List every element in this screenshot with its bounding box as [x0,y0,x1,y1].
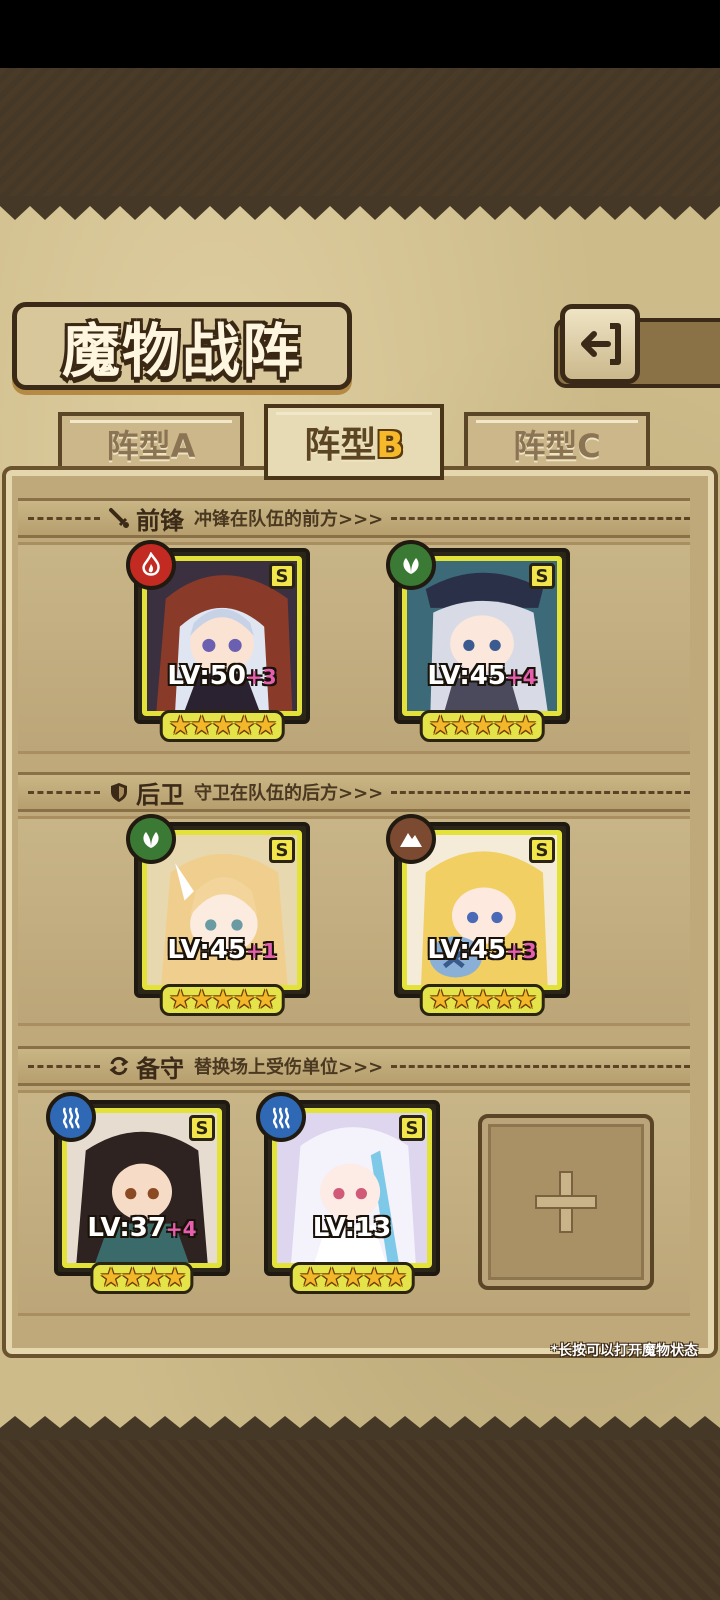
page-title: 魔物战阵 [61,317,302,385]
water-element-icon [46,1092,96,1142]
empty-reserve-slot[interactable] [478,1114,654,1290]
leaf-element-icon [386,540,436,590]
status-bar [0,0,720,68]
rear-row [18,816,690,1026]
level-bonus: +3 [245,665,277,689]
monster-level: LV:45+3 [427,935,537,965]
leaf-element-icon [126,814,176,864]
return-arrow-icon [581,323,621,365]
tab-label: 阵型 [106,427,171,465]
monster-card-rear-1[interactable]: S LV:45+1 ★★★★★ [126,814,310,1016]
tab-letter: B [376,425,404,466]
long-press-hint: *长按可以打开魔物状态 [550,1343,698,1359]
monster-level: LV:45+1 [167,935,277,965]
section-header-rear: 后卫 守卫在队伍的后方>>> [18,772,690,812]
rank-badge: S [189,1115,215,1141]
map-background-bottom [0,1440,720,1600]
section-description: 冲锋在队伍的前方>>> [194,509,384,530]
star-rating: ★★★★★ [159,710,285,742]
rank-badge: S [269,563,295,589]
tab-label: 阵型 [304,425,377,466]
back-button[interactable] [560,304,640,384]
monster-card-rear-2[interactable]: S LV:45+3 ★★★★★ [386,814,570,1016]
section-header-front: 前锋 冲锋在队伍的前方>>> [18,498,690,538]
shield-icon [111,783,127,802]
star-rating: ★★★★ [90,1262,194,1294]
section-description: 替换场上受伤单位>>> [194,1057,384,1078]
star-rating: ★★★★★ [159,984,285,1016]
tab-letter: C [577,427,601,465]
page-title-plate: 魔物战阵 [12,302,352,390]
front-row [18,542,690,754]
fire-element-icon [126,540,176,590]
star-rating: ★★★★★ [419,984,545,1016]
tab-letter: A [170,427,196,465]
monster-card-front-1[interactable]: S LV:50+3 ★★★★★ [126,540,310,742]
rank-badge: S [399,1115,425,1141]
plus-icon [535,1171,597,1233]
monster-level: LV:45+4 [427,661,537,691]
level-bonus: +4 [505,665,537,689]
tab-formation-b[interactable]: 阵型B [264,404,444,480]
rank-badge: S [269,837,295,863]
tab-label: 阵型 [513,427,578,465]
monster-card-reserve-2[interactable]: S LV:13 ★★★★★ [256,1092,440,1294]
monster-level: LV:50+3 [167,661,277,691]
monster-card-front-2[interactable]: S LV:45+4 ★★★★★ [386,540,570,742]
rank-badge: S [529,837,555,863]
tab-formation-c[interactable]: 阵型C [464,412,650,476]
star-rating: ★★★★★ [289,1262,415,1294]
swap-icon [109,1056,129,1076]
torn-edge-bottom [0,1416,720,1442]
sword-icon [109,508,129,528]
monster-card-reserve-1[interactable]: S LV:37+4 ★★★★ [46,1092,230,1294]
section-description: 守卫在队伍的后方>>> [194,783,384,804]
tab-formation-a[interactable]: 阵型A [58,412,244,476]
level-bonus: +1 [245,939,277,963]
level-bonus: +3 [505,939,537,963]
map-background-top [0,68,720,198]
water-element-icon [256,1092,306,1142]
torn-edge-top [0,196,720,220]
star-rating: ★★★★★ [419,710,545,742]
section-title: 前锋 [136,506,184,535]
level-bonus: +4 [165,1217,197,1241]
rank-badge: S [529,563,555,589]
section-header-reserve: 备守 替换场上受伤单位>>> [18,1046,690,1086]
monster-level: LV:37+4 [87,1213,197,1243]
earth-element-icon [386,814,436,864]
monster-level: LV:13 [312,1213,392,1243]
section-title: 后卫 [136,780,184,809]
section-title: 备守 [136,1054,184,1083]
